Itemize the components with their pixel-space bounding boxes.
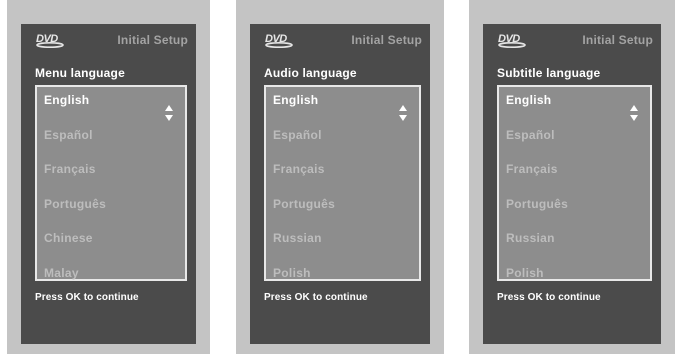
setup-screen: DVD Initial Setup Menu language English …: [21, 24, 196, 344]
language-option-russian[interactable]: Russian: [506, 231, 620, 266]
up-down-arrows-icon[interactable]: [165, 104, 173, 122]
footer-hint: Press OK to continue: [497, 292, 601, 303]
language-option-russian[interactable]: Russian: [273, 231, 389, 266]
screen-header: DVD Initial Setup: [250, 32, 430, 50]
footer-hint: Press OK to continue: [35, 292, 139, 303]
language-option-english[interactable]: English: [506, 93, 620, 128]
setup-panel-menu-language: DVD Initial Setup Menu language English …: [7, 0, 210, 354]
language-option-francais[interactable]: Français: [273, 162, 389, 197]
language-option-english[interactable]: English: [273, 93, 389, 128]
setup-screen: DVD Initial Setup Subtitle language Engl…: [483, 24, 661, 344]
language-options: English Español Français Português Russi…: [506, 93, 620, 300]
setup-panel-subtitle-language: DVD Initial Setup Subtitle language Engl…: [469, 0, 675, 354]
language-option-espanol[interactable]: Español: [273, 128, 389, 163]
language-option-chinese[interactable]: Chinese: [44, 231, 155, 266]
dvd-logo-icon: DVD: [264, 32, 298, 48]
section-label: Subtitle language: [497, 66, 601, 80]
screen-header: DVD Initial Setup: [21, 32, 196, 50]
language-options: English Español Français Português Russi…: [273, 93, 389, 300]
language-listbox[interactable]: English Español Français Português Chine…: [35, 85, 187, 281]
setup-screen: DVD Initial Setup Audio language English…: [250, 24, 430, 344]
language-option-english[interactable]: English: [44, 93, 155, 128]
language-option-francais[interactable]: Français: [506, 162, 620, 197]
up-down-arrows-icon[interactable]: [630, 104, 638, 122]
section-label: Audio language: [264, 66, 357, 80]
footer-hint: Press OK to continue: [264, 292, 368, 303]
language-listbox[interactable]: English Español Français Português Russi…: [497, 85, 652, 281]
screen-title: Initial Setup: [582, 33, 653, 47]
language-option-portugues[interactable]: Português: [44, 197, 155, 232]
screen-title: Initial Setup: [117, 33, 188, 47]
dvd-logo-icon: DVD: [35, 32, 69, 48]
language-option-espanol[interactable]: Español: [506, 128, 620, 163]
language-listbox[interactable]: English Español Français Português Russi…: [264, 85, 421, 281]
setup-panel-audio-language: DVD Initial Setup Audio language English…: [236, 0, 444, 354]
language-option-portugues[interactable]: Português: [506, 197, 620, 232]
section-label: Menu language: [35, 66, 125, 80]
language-option-portugues[interactable]: Português: [273, 197, 389, 232]
language-options: English Español Français Português Chine…: [44, 93, 155, 300]
dvd-logo-icon: DVD: [497, 32, 531, 48]
screen-title: Initial Setup: [351, 33, 422, 47]
screen-header: DVD Initial Setup: [483, 32, 661, 50]
up-down-arrows-icon[interactable]: [399, 104, 407, 122]
language-option-espanol[interactable]: Español: [44, 128, 155, 163]
language-option-francais[interactable]: Français: [44, 162, 155, 197]
